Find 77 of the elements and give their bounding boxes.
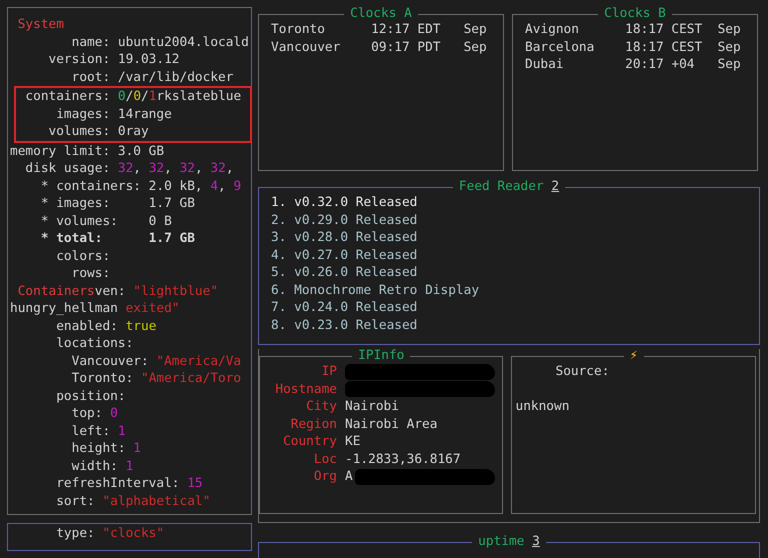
field-label: Loc [312,450,338,468]
clock-time: 09:17 [371,38,411,56]
config-line: rows: [70,265,112,282]
city-name: Dubai [525,56,565,74]
lightning-icon: ⚡ [624,349,644,363]
panel-title: Feed Reader 2 [458,180,560,194]
time-zone: +04 [671,56,696,74]
clock-time: 12:17 [371,21,411,38]
time-zone: EDT [417,21,442,38]
feed-item[interactable]: 7. v0.24.0 Released [271,299,747,316]
field-value: Nairobi [345,398,399,416]
config-line: * volumes: 0 B [40,212,173,230]
clock-date: Sep [464,21,487,38]
config-line: * total: 1.7 GB [40,230,196,248]
field-label: Country [282,433,338,450]
field-label: IP [320,363,338,380]
panel-title: uptime 3 [477,535,541,549]
config-line: memory limit: 3.0 GB [10,142,166,160]
config-line: Containersven: "lightblue" [16,282,220,300]
config-line: * containers: 2.0 kB, 4, 9 [40,178,242,195]
panel-title: Clocks A [349,7,413,21]
clock-time: 18:17 [625,21,665,38]
clock-date: Sep [718,21,741,38]
field-value: Nairobi Area [345,416,438,433]
panel-title: Clocks B [603,7,667,21]
config-line: type: "clocks" [55,525,166,542]
clock-time: 18:17 [625,38,665,56]
field-value: A [345,468,353,486]
feed-item[interactable]: 5. v0.26.0 Released [271,264,747,282]
feed-item[interactable]: 8. v0.23.0 Released [271,316,747,334]
city-name: Vancouver [271,38,342,56]
config-line: refreshInterval: 15 [55,475,204,492]
feed-item[interactable]: 6. Monochrome Retro Display [271,282,747,299]
feed-item[interactable]: 3. v0.28.0 Released [271,229,747,246]
config-line: enabled: true [55,318,158,335]
feed-item[interactable]: 1. v0.32.0 Released [271,194,747,212]
time-zone: PDT [417,38,442,56]
config-line: containers: 0/0/1rkslateblue [24,88,242,106]
config-line: width: 1 [70,458,134,475]
config-line: System [16,16,65,34]
config-line: images: 14range [55,106,173,123]
field-label: Region [290,416,338,433]
city-name: Barcelona [525,38,596,56]
field-label: Source: [554,363,610,380]
config-line: hungry_hellman exited" [10,300,181,318]
config-line: version: 19.03.12 [48,51,180,68]
panel-title: IPInfo [357,349,406,363]
config-line: root: /var/lib/docker [70,68,234,86]
feed-item[interactable]: 4. v0.27.0 Released [271,246,747,264]
config-line: locations: [55,335,134,352]
clock-date: Sep [718,38,741,56]
city-name: Avignon [525,21,580,38]
field-label: City [305,398,338,416]
config-line: colors: [55,248,112,265]
config-line: position: [55,388,127,405]
config-line: top: 0 [70,405,119,422]
time-zone: CEST [671,21,704,38]
config-line: Toronto: "America/Toro [70,370,242,388]
config-line: Vancouver: "America/Va [70,352,242,370]
field-label: Hostname [274,380,338,398]
config-line: height: 1 [70,440,142,458]
config-line: left: 1 [70,422,127,440]
clock-time: 20:17 [625,56,665,74]
clock-date: Sep [718,56,741,74]
field-value: unknown [515,398,570,416]
city-name: Toronto [271,21,326,38]
config-line: name: ubuntu2004.locald [70,34,250,51]
feed-item[interactable]: 2. v0.29.0 Released [271,212,747,229]
clock-date: Sep [464,38,487,56]
config-line: sort: "alphabetical" [55,492,212,510]
time-zone: CEST [671,38,704,56]
field-label: Org [312,468,338,486]
field-value: KE [345,433,360,450]
config-line: volumes: 0ray [48,123,150,140]
config-line: * images: 1.7 GB [40,195,196,212]
field-value: -1.2833,36.8167 [345,450,461,468]
config-line: disk usage: 32, 32, 32, 32, [24,160,235,178]
